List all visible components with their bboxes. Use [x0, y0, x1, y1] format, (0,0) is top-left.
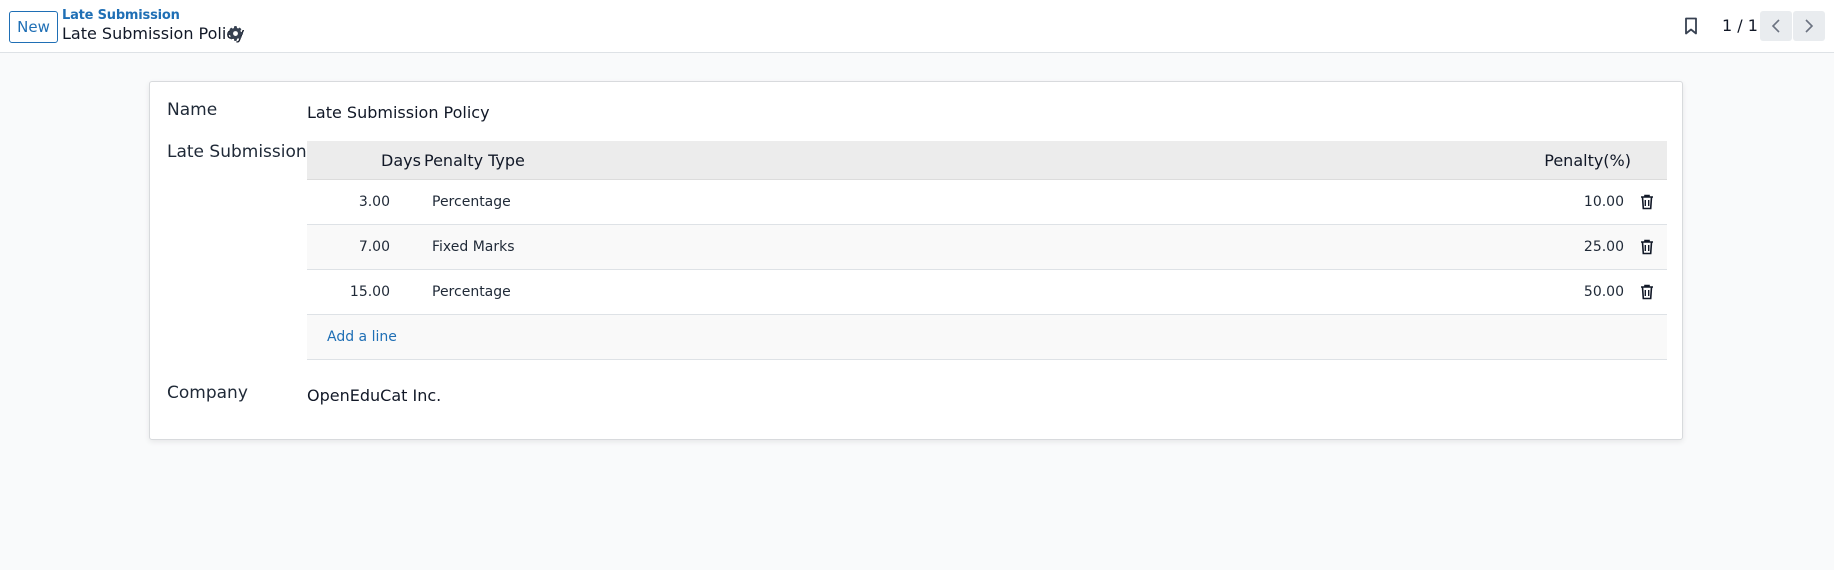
company-field[interactable]: OpenEduCat Inc. — [307, 386, 441, 405]
column-penalty[interactable]: Penalty(%) — [1544, 151, 1631, 170]
chevron-right-icon — [1805, 19, 1814, 33]
record-title: Late Submission Policy — [62, 24, 245, 43]
late-submission-list: Days Penalty Type Penalty(%) 3.00 Percen… — [307, 141, 1667, 360]
pager-previous-button[interactable] — [1760, 11, 1792, 41]
pager-next-button[interactable] — [1793, 11, 1825, 41]
add-line-link[interactable]: Add a line — [327, 329, 397, 345]
late-submission-label: Late Submission — [167, 142, 307, 162]
table-row[interactable]: 15.00 Percentage 50.00 — [307, 270, 1667, 315]
company-label: Company — [167, 383, 248, 403]
form-sheet: Name Late Submission Policy Late Submiss… — [149, 81, 1683, 440]
table-row[interactable]: 3.00 Percentage 10.00 — [307, 180, 1667, 225]
days-cell[interactable]: 7.00 — [359, 239, 390, 255]
trash-icon[interactable] — [1640, 239, 1654, 255]
penalty-type-cell[interactable]: Percentage — [432, 284, 511, 300]
trash-icon[interactable] — [1640, 284, 1654, 300]
penalty-type-cell[interactable]: Fixed Marks — [432, 239, 515, 255]
penalty-cell[interactable]: 10.00 — [1584, 194, 1624, 210]
penalty-type-cell[interactable]: Percentage — [432, 194, 511, 210]
breadcrumb-late-submission[interactable]: Late Submission — [62, 8, 180, 23]
control-panel: New Late Submission Late Submission Poli… — [0, 0, 1834, 53]
name-label: Name — [167, 100, 218, 120]
name-field[interactable]: Late Submission Policy — [307, 103, 490, 122]
pager-value[interactable]: 1 / 1 — [1722, 16, 1758, 35]
chevron-left-icon — [1771, 19, 1780, 33]
list-header: Days Penalty Type Penalty(%) — [307, 141, 1667, 180]
gear-icon[interactable] — [228, 26, 243, 41]
penalty-cell[interactable]: 50.00 — [1584, 284, 1624, 300]
new-button[interactable]: New — [9, 11, 58, 43]
trash-icon[interactable] — [1640, 194, 1654, 210]
column-penalty-type[interactable]: Penalty Type — [424, 151, 525, 170]
days-cell[interactable]: 15.00 — [350, 284, 390, 300]
penalty-cell[interactable]: 25.00 — [1584, 239, 1624, 255]
add-line-row: Add a line — [307, 315, 1667, 360]
table-row[interactable]: 7.00 Fixed Marks 25.00 — [307, 225, 1667, 270]
days-cell[interactable]: 3.00 — [359, 194, 390, 210]
column-days[interactable]: Days — [381, 151, 421, 170]
bookmark-icon[interactable] — [1683, 17, 1699, 35]
